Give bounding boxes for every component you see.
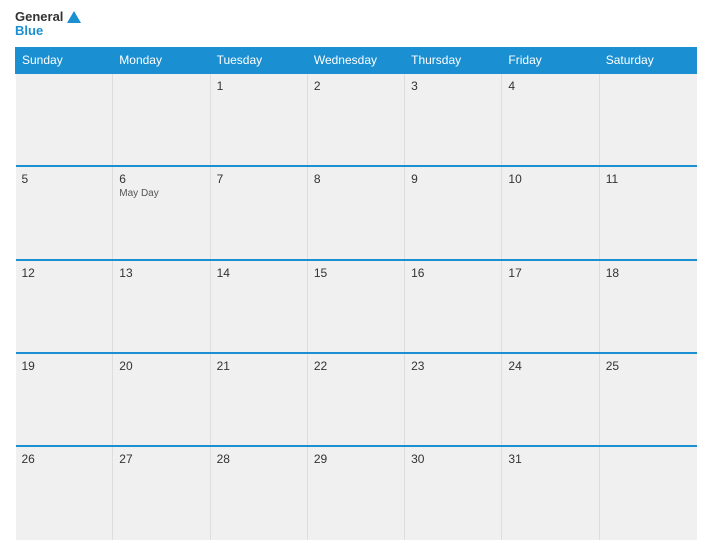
table-cell: [113, 73, 210, 166]
day-number: 31: [508, 452, 592, 466]
header-saturday: Saturday: [599, 47, 696, 73]
day-number: 7: [217, 172, 301, 186]
table-cell: 21: [210, 353, 307, 446]
day-number: 19: [22, 359, 107, 373]
table-cell: 7: [210, 166, 307, 259]
day-number: 30: [411, 452, 495, 466]
table-cell: 13: [113, 260, 210, 353]
day-number: 28: [217, 452, 301, 466]
table-cell: [16, 73, 113, 166]
table-cell: 31: [502, 446, 599, 540]
table-cell: 24: [502, 353, 599, 446]
table-cell: 22: [307, 353, 404, 446]
table-cell: 9: [405, 166, 502, 259]
day-number: 23: [411, 359, 495, 373]
day-number: 15: [314, 266, 398, 280]
header-tuesday: Tuesday: [210, 47, 307, 73]
table-cell: 18: [599, 260, 696, 353]
table-cell: 15: [307, 260, 404, 353]
day-number: 20: [119, 359, 203, 373]
day-number: 11: [606, 172, 691, 186]
table-cell: 4: [502, 73, 599, 166]
table-cell: 27: [113, 446, 210, 540]
table-cell: 6 May Day: [113, 166, 210, 259]
day-number: 29: [314, 452, 398, 466]
day-number: 27: [119, 452, 203, 466]
day-number: 2: [314, 79, 398, 93]
table-cell: [599, 446, 696, 540]
day-number: 8: [314, 172, 398, 186]
table-cell: 1: [210, 73, 307, 166]
week-row: 26 27 28 29 30 31: [16, 446, 697, 540]
day-number: 18: [606, 266, 691, 280]
holiday-label: May Day: [119, 188, 203, 199]
day-number: 9: [411, 172, 495, 186]
day-number: 25: [606, 359, 691, 373]
logo-blue: Blue: [15, 24, 43, 38]
day-number: 13: [119, 266, 203, 280]
week-row: 5 6 May Day 7 8 9 10 11: [16, 166, 697, 259]
table-cell: [599, 73, 696, 166]
table-cell: 8: [307, 166, 404, 259]
week-row: 12 13 14 15 16 17 18: [16, 260, 697, 353]
table-cell: 2: [307, 73, 404, 166]
header-wednesday: Wednesday: [307, 47, 404, 73]
week-row: 19 20 21 22 23 24 25: [16, 353, 697, 446]
day-number: 17: [508, 266, 592, 280]
header-sunday: Sunday: [16, 47, 113, 73]
table-cell: 23: [405, 353, 502, 446]
table-cell: 11: [599, 166, 696, 259]
calendar-page: General Blue Sunday Monday Tuesday Wedne…: [0, 0, 712, 550]
weekday-header-row: Sunday Monday Tuesday Wednesday Thursday…: [16, 47, 697, 73]
day-number: 21: [217, 359, 301, 373]
table-cell: 5: [16, 166, 113, 259]
table-cell: 3: [405, 73, 502, 166]
table-cell: 10: [502, 166, 599, 259]
table-cell: 28: [210, 446, 307, 540]
day-number: 10: [508, 172, 592, 186]
day-number: 14: [217, 266, 301, 280]
header: General Blue: [15, 10, 697, 39]
header-friday: Friday: [502, 47, 599, 73]
day-number: 5: [22, 172, 107, 186]
table-cell: 25: [599, 353, 696, 446]
header-monday: Monday: [113, 47, 210, 73]
table-cell: 14: [210, 260, 307, 353]
day-number: 26: [22, 452, 107, 466]
day-number: 22: [314, 359, 398, 373]
day-number: 12: [22, 266, 107, 280]
logo-general: General: [15, 10, 63, 24]
day-number: 4: [508, 79, 592, 93]
day-number: 24: [508, 359, 592, 373]
table-cell: 26: [16, 446, 113, 540]
day-number: 6: [119, 172, 203, 186]
day-number: 16: [411, 266, 495, 280]
calendar-table: Sunday Monday Tuesday Wednesday Thursday…: [15, 47, 697, 540]
table-cell: 29: [307, 446, 404, 540]
table-cell: 30: [405, 446, 502, 540]
table-cell: 19: [16, 353, 113, 446]
day-number: 1: [217, 79, 301, 93]
table-cell: 12: [16, 260, 113, 353]
table-cell: 17: [502, 260, 599, 353]
table-cell: 20: [113, 353, 210, 446]
header-thursday: Thursday: [405, 47, 502, 73]
logo: General Blue: [15, 10, 81, 39]
week-row: 1 2 3 4: [16, 73, 697, 166]
table-cell: 16: [405, 260, 502, 353]
day-number: 3: [411, 79, 495, 93]
